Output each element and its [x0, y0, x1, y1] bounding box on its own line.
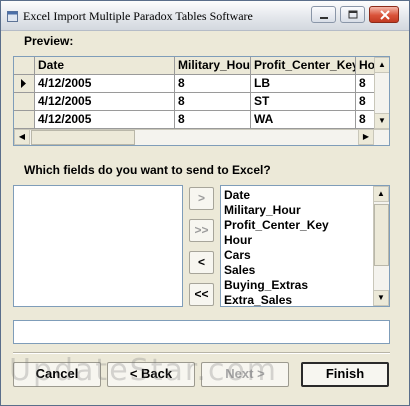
preview-label: Preview: [24, 34, 74, 48]
scroll-up-button[interactable]: ▲ [374, 57, 389, 73]
watermark: UpdateStar.com [9, 353, 279, 388]
close-icon [380, 10, 390, 20]
list-item[interactable]: Sales [224, 263, 255, 278]
column-header[interactable]: Profit_Center_Key [251, 57, 356, 75]
grid-cell[interactable]: 8 [175, 111, 251, 129]
status-box [13, 320, 390, 344]
list-item[interactable]: Extra_Sales [224, 293, 292, 308]
grid-horizontal-scrollbar[interactable]: ◀ ▶ [14, 129, 389, 145]
scroll-thumb[interactable] [31, 130, 135, 145]
row-selector[interactable] [14, 75, 35, 93]
remove-field-button[interactable]: < [189, 251, 214, 274]
remove-all-fields-button[interactable]: << [189, 283, 214, 306]
maximize-button[interactable] [340, 6, 365, 23]
scroll-right-button[interactable]: ▶ [358, 129, 374, 145]
list-item[interactable]: Date [224, 188, 250, 203]
available-fields-list[interactable]: Date Military_Hour Profit_Center_Key Hou… [220, 185, 390, 307]
grid-cell[interactable]: 4/12/2005 [35, 111, 175, 129]
grid-cell[interactable]: ST [251, 93, 356, 111]
grid-vertical-scrollbar[interactable]: ▲ ▼ [374, 57, 389, 129]
row-selector[interactable] [14, 93, 35, 111]
row-selector[interactable] [14, 111, 35, 129]
app-window: Excel Import Multiple Paradox Tables Sof… [0, 0, 410, 406]
add-field-button[interactable]: > [189, 187, 214, 210]
grid-cell[interactable]: 4/12/2005 [35, 93, 175, 111]
app-icon [7, 9, 18, 22]
list-item[interactable]: Cars [224, 248, 251, 263]
minimize-icon [320, 17, 328, 19]
scroll-down-button[interactable]: ▼ [373, 290, 389, 306]
add-all-fields-button[interactable]: >> [189, 219, 214, 242]
grid-cell[interactable]: WA [251, 111, 356, 129]
grid-cell[interactable]: 8 [175, 75, 251, 93]
grid-cell[interactable]: 8 [175, 93, 251, 111]
column-header[interactable]: Date [35, 57, 175, 75]
scroll-down-button[interactable]: ▼ [374, 113, 389, 129]
scroll-up-button[interactable]: ▲ [373, 186, 389, 202]
grid-corner [14, 57, 35, 75]
preview-grid[interactable]: Date Military_Hour Profit_Center_Key Hou… [13, 56, 390, 146]
window-title: Excel Import Multiple Paradox Tables Sof… [23, 9, 253, 23]
grid-cell[interactable]: 4/12/2005 [35, 75, 175, 93]
scroll-left-button[interactable]: ◀ [14, 129, 30, 145]
title-bar[interactable]: Excel Import Multiple Paradox Tables Sof… [1, 1, 409, 31]
close-button[interactable] [369, 6, 399, 23]
column-header[interactable]: Military_Hour [175, 57, 251, 75]
scroll-thumb[interactable] [374, 204, 389, 266]
minimize-button[interactable] [311, 6, 336, 23]
fields-question: Which fields do you want to send to Exce… [24, 163, 271, 177]
list-item[interactable]: Military_Hour [224, 203, 301, 218]
fields-scrollbar[interactable]: ▲ ▼ [373, 186, 389, 306]
list-item[interactable]: Buying_Extras [224, 278, 308, 293]
row-pointer-icon [21, 79, 26, 88]
maximize-icon [348, 10, 358, 19]
grid-cell[interactable]: LB [251, 75, 356, 93]
list-item[interactable]: Profit_Center_Key [224, 218, 329, 233]
selected-fields-list[interactable] [13, 185, 183, 307]
list-item[interactable]: Hour [224, 233, 252, 248]
finish-button[interactable]: Finish [301, 362, 389, 387]
